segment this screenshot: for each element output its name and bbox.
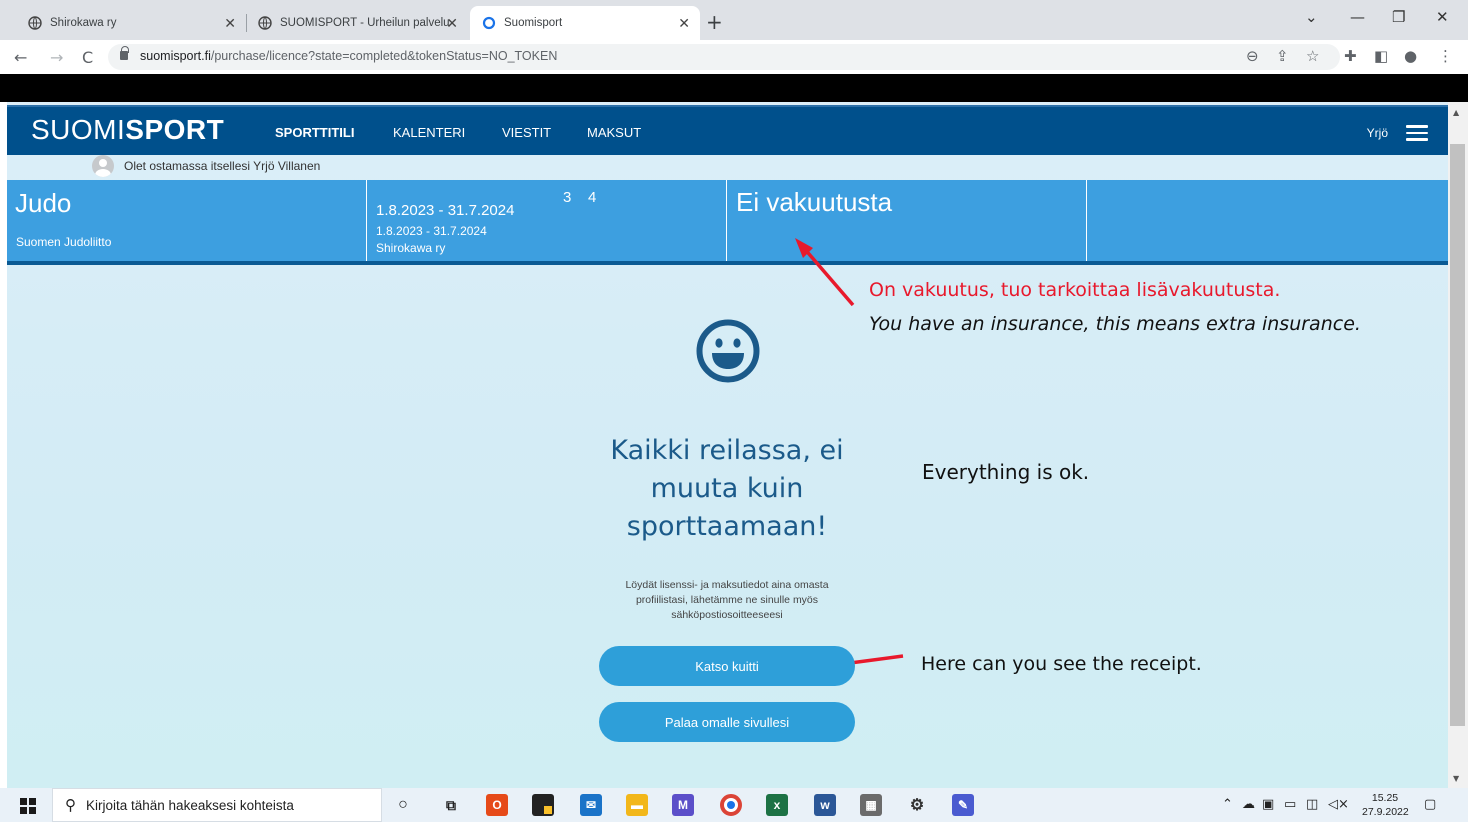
close-tab-icon[interactable]: ✕ <box>446 15 458 32</box>
scroll-down-icon[interactable]: ▼ <box>1453 774 1459 783</box>
annotation-insurance-fi: On vakuutus, tuo tarkoittaa lisävakuutus… <box>869 279 1281 301</box>
globe-icon <box>28 16 42 30</box>
tab-label: Suomisport <box>504 17 563 29</box>
minimize-button[interactable]: — <box>1350 8 1365 26</box>
snipping-tool-icon[interactable]: ✎ <box>952 794 974 816</box>
heading-line-1: Kaikki reilassa, ei <box>610 435 844 466</box>
tab-search-icon[interactable]: ⌄ <box>1305 8 1318 26</box>
browser-tab-bar: Shirokawa ry ✕ SUOMISPORT - Urheilun pal… <box>0 0 1468 40</box>
close-tab-icon[interactable]: ✕ <box>224 15 236 32</box>
app-icon[interactable]: M <box>672 794 694 816</box>
side-panel-icon[interactable]: ◧ <box>1374 47 1388 65</box>
windows-taskbar: ⚲ Kirjoita tähän hakeaksesi kohteista ○ … <box>0 788 1468 822</box>
calculator-icon[interactable]: ▦ <box>860 794 882 816</box>
share-icon[interactable]: ⇪ <box>1276 47 1289 65</box>
globe-icon <box>258 16 272 30</box>
page-scrollbar[interactable]: ▲ ▼ <box>1448 102 1468 788</box>
zoom-icon[interactable]: ⊖ <box>1246 47 1259 65</box>
battery-icon[interactable]: ▭ <box>1284 797 1296 812</box>
arrow-to-insurance <box>795 238 855 307</box>
scroll-up-icon[interactable]: ▲ <box>1453 108 1459 117</box>
reload-icon[interactable]: C <box>82 48 93 67</box>
info-line-3: sähköpostiosoitteeseesi <box>671 609 783 621</box>
clock-time: 15.25 <box>1371 792 1399 804</box>
volume-muted-icon[interactable]: ◁× <box>1328 797 1349 812</box>
page-content: SUOMISPORT SPORTTITILI KALENTERI VIESTIT… <box>7 102 1448 788</box>
back-to-profile-button[interactable]: Palaa omalle sivullesi <box>599 702 855 742</box>
heading-line-3: sporttaamaan! <box>626 511 828 542</box>
browser-tab-shirokawa[interactable]: Shirokawa ry ✕ <box>16 6 246 40</box>
clock-date: 27.9.2022 <box>1362 806 1409 818</box>
close-tab-icon[interactable]: ✕ <box>678 15 690 32</box>
tab-label: SUOMISPORT - Urheilun palvelut <box>280 17 450 29</box>
close-window-button[interactable]: ✕ <box>1436 8 1449 26</box>
browser-tab-suomisport-services[interactable]: SUOMISPORT - Urheilun palvelut ✕ <box>246 6 468 40</box>
network-icon[interactable]: ◫ <box>1306 797 1318 812</box>
menu-dots-icon[interactable]: ⋮ <box>1438 47 1453 65</box>
annotation-ok: Everything is ok. <box>922 460 1090 484</box>
tray-chevron-icon[interactable]: ⌃ <box>1222 797 1233 812</box>
office-icon[interactable]: O <box>486 794 508 816</box>
forward-arrow-icon[interactable]: → <box>50 48 63 67</box>
word-icon[interactable]: w <box>814 794 836 816</box>
info-line-2: profiilistasi, lähetämme ne sinulle myös <box>635 594 819 606</box>
chrome-icon[interactable] <box>720 794 742 816</box>
onedrive-icon[interactable]: ☁ <box>1242 797 1255 812</box>
address-bar[interactable]: suomisport.fi/purchase/licence?state=com… <box>108 44 1340 70</box>
black-strip <box>0 74 1468 102</box>
info-text: Löydät lisenssi- ja maksutiedot aina oma… <box>597 578 857 623</box>
annotation-insurance-en: You have an insurance, this means extra … <box>869 313 1361 335</box>
mail-icon[interactable]: ✉ <box>580 794 602 816</box>
browser-tab-suomisport-active[interactable]: Suomisport ✕ <box>470 6 700 40</box>
search-icon: ⚲ <box>65 797 76 814</box>
loading-icon <box>482 16 496 30</box>
taskbar-search-placeholder: Kirjoita tähän hakeaksesi kohteista <box>86 797 294 813</box>
annotation-receipt: Here can you see the receipt. <box>921 653 1202 675</box>
profile-icon[interactable]: ● <box>1404 47 1417 65</box>
heading-line-2: muuta kuin <box>650 473 804 504</box>
url-text[interactable]: suomisport.fi/purchase/licence?state=com… <box>140 49 557 63</box>
notifications-icon[interactable]: ▢ <box>1424 797 1436 812</box>
address-toolbar: ← → C suomisport.fi/purchase/licence?sta… <box>0 40 1468 74</box>
success-heading: Kaikki reilassa, ei muuta kuin sporttaam… <box>567 432 887 546</box>
task-view-icon[interactable]: ⧉ <box>440 794 462 816</box>
view-receipt-button[interactable]: Katso kuitti <box>599 646 855 686</box>
taskbar-search[interactable]: ⚲ Kirjoita tähän hakeaksesi kohteista <box>52 788 382 822</box>
new-tab-button[interactable]: + <box>706 10 723 34</box>
taskbar-clock[interactable]: 15.25 27.9.2022 <box>1362 791 1409 819</box>
tray-app-icon[interactable]: ▣ <box>1262 797 1274 812</box>
info-line-1: Löydät lisenssi- ja maksutiedot aina oma… <box>625 579 829 591</box>
back-arrow-icon[interactable]: ← <box>14 48 27 67</box>
tab-label: Shirokawa ry <box>50 17 117 29</box>
url-host: suomisport.fi <box>140 49 211 63</box>
windows-start-icon[interactable] <box>20 798 36 814</box>
bookmark-star-icon[interactable]: ☆ <box>1306 47 1319 65</box>
lock-icon <box>120 46 129 60</box>
restore-button[interactable]: ❐ <box>1392 8 1405 26</box>
settings-gear-icon[interactable]: ⚙ <box>906 794 928 816</box>
url-path: /purchase/licence?state=completed&tokenS… <box>210 49 558 63</box>
sticky-notes-icon[interactable] <box>532 794 554 816</box>
file-explorer-icon[interactable]: ▬ <box>626 794 648 816</box>
cortana-icon[interactable]: ○ <box>392 794 414 816</box>
smiley-icon <box>696 319 760 383</box>
scroll-thumb[interactable] <box>1450 144 1465 726</box>
extensions-icon[interactable]: ✚ <box>1344 47 1357 65</box>
excel-icon[interactable]: x <box>766 794 788 816</box>
